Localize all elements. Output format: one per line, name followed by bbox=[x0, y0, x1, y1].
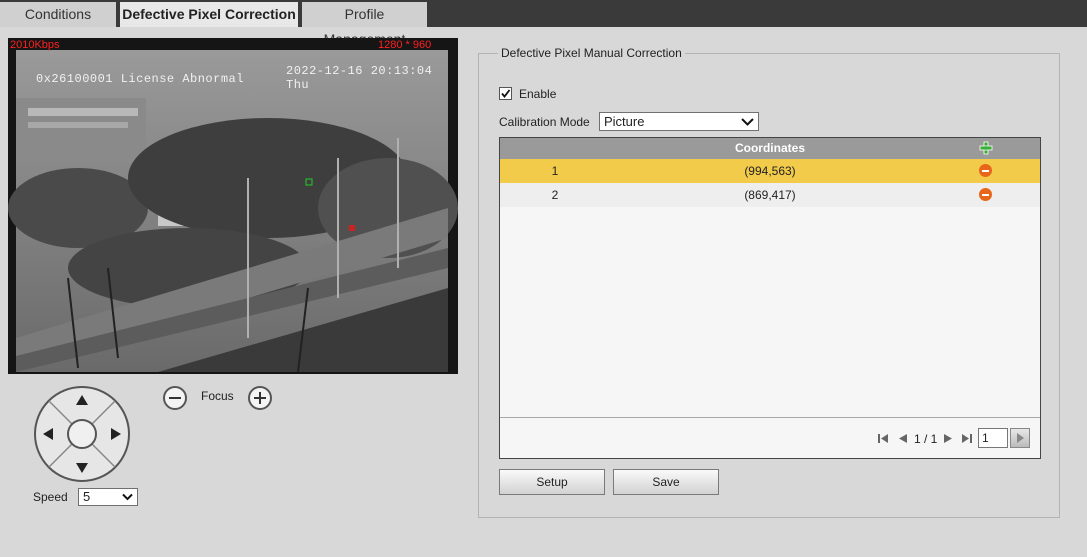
table-row[interactable]: 1 (994,563) bbox=[500, 159, 1040, 183]
first-page-icon[interactable] bbox=[877, 433, 889, 444]
row-index: 2 bbox=[551, 188, 559, 202]
speed-select[interactable]: 5 bbox=[78, 488, 138, 506]
speed-label: Speed bbox=[33, 490, 68, 504]
group-title: Defective Pixel Manual Correction bbox=[498, 46, 685, 60]
tab-defective-pixel-correction[interactable]: Defective Pixel Correction bbox=[120, 2, 298, 27]
bitrate-readout: 2010Kbps bbox=[10, 39, 60, 51]
focus-label: Focus bbox=[201, 389, 234, 403]
osd-status-text: 0x26100001 License Abnormal bbox=[36, 72, 244, 86]
ptz-direction-pad[interactable] bbox=[33, 385, 131, 483]
calibration-mode-value: Picture bbox=[604, 114, 645, 129]
minus-circle-icon[interactable] bbox=[979, 164, 992, 177]
page-number-input[interactable]: 1 bbox=[978, 428, 1008, 448]
row-index: 1 bbox=[551, 164, 559, 178]
plus-icon[interactable] bbox=[979, 141, 993, 155]
table-header: Coordinates bbox=[500, 138, 1040, 159]
chevron-down-icon bbox=[122, 493, 133, 501]
chevron-down-icon bbox=[741, 117, 754, 126]
next-page-icon[interactable] bbox=[943, 433, 953, 444]
enable-label: Enable bbox=[519, 87, 557, 101]
osd-timestamp: 2022-12-16 20:13:04 Thu bbox=[286, 64, 433, 92]
tab-bar: Conditions Defective Pixel Correction Pr… bbox=[0, 0, 1087, 47]
setup-button[interactable]: Setup bbox=[499, 469, 605, 495]
enable-checkbox[interactable] bbox=[499, 87, 512, 100]
tab-profile-management[interactable]: Profile Management bbox=[302, 2, 427, 47]
focus-plus-button[interactable] bbox=[248, 386, 272, 410]
go-arrow-icon bbox=[1017, 433, 1024, 443]
page-info: 1 / 1 bbox=[914, 432, 938, 446]
calibration-mode-select[interactable]: Picture bbox=[599, 112, 759, 131]
check-icon bbox=[501, 89, 511, 98]
minus-circle-icon[interactable] bbox=[979, 188, 992, 201]
row-coordinates: (994,563) bbox=[744, 164, 796, 178]
row-coordinates: (869,417) bbox=[744, 188, 796, 202]
calibration-mode-label: Calibration Mode bbox=[499, 115, 590, 129]
go-page-button[interactable] bbox=[1010, 428, 1030, 448]
video-preview[interactable]: 2010Kbps 1280 * 960 0x26100001 License A… bbox=[8, 38, 458, 374]
table-pager: 1 / 1 1 bbox=[500, 417, 1040, 459]
coordinates-header: Coordinates bbox=[734, 141, 805, 155]
table-row[interactable]: 2 (869,417) bbox=[500, 183, 1040, 207]
prev-page-icon[interactable] bbox=[898, 433, 908, 444]
speed-value: 5 bbox=[83, 489, 91, 504]
tab-conditions[interactable]: Conditions bbox=[0, 2, 116, 27]
resolution-readout: 1280 * 960 bbox=[378, 39, 432, 51]
last-page-icon[interactable] bbox=[961, 433, 973, 444]
coordinates-table: Coordinates 1 (994,563) 2 (869,417) 1 / … bbox=[499, 137, 1041, 459]
focus-minus-button[interactable] bbox=[163, 386, 187, 410]
save-button[interactable]: Save bbox=[613, 469, 719, 495]
